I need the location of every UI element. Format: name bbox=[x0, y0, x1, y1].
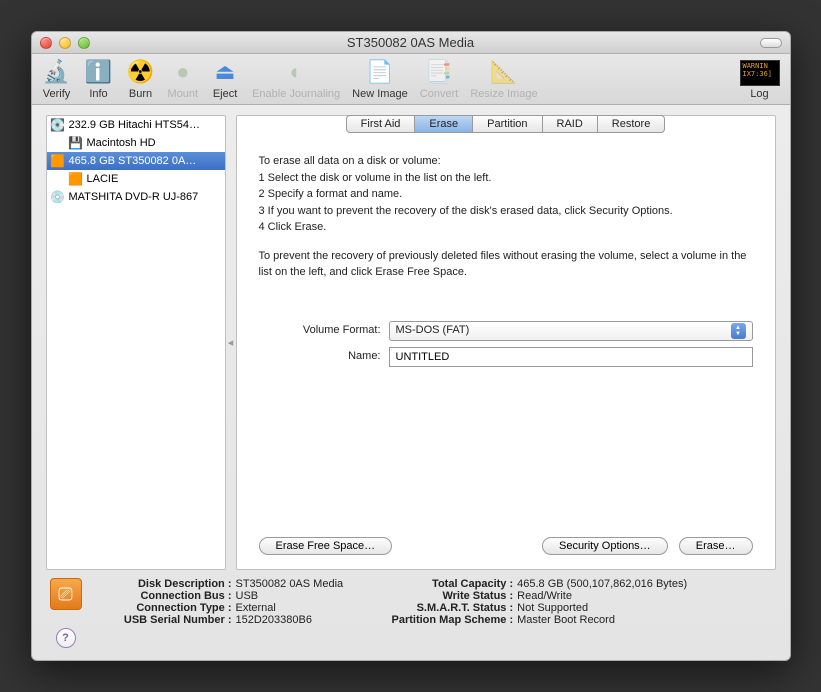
toolbar-pill-button[interactable] bbox=[760, 38, 782, 48]
volume-format-select[interactable]: MS-DOS (FAT) ▲▼ bbox=[389, 321, 753, 341]
external-disk-icon: 🟧 bbox=[51, 154, 65, 168]
sidebar-item-label: Macintosh HD bbox=[87, 137, 156, 149]
main-panel: First Aid Erase Partition RAID Restore T… bbox=[236, 115, 776, 570]
disk-sidebar[interactable]: 💽 232.9 GB Hitachi HTS54… 💾 Macintosh HD… bbox=[46, 115, 226, 570]
mount-label: Mount bbox=[168, 88, 199, 100]
dvd-icon: 💿 bbox=[51, 190, 65, 204]
disk-badge-icon: ⎚ bbox=[50, 578, 82, 610]
sidebar-item-label: LACIE bbox=[87, 173, 119, 185]
external-volume-icon: 🟧 bbox=[69, 172, 83, 186]
burn-label: Burn bbox=[129, 88, 152, 100]
new-image-icon: 📄 bbox=[366, 58, 394, 86]
titlebar: ST350082 0AS Media bbox=[32, 32, 790, 54]
eject-button[interactable]: ⏏ Eject bbox=[210, 58, 240, 100]
instr-intro: To erase all data on a disk or volume: bbox=[259, 153, 753, 170]
erase-free-space-button[interactable]: Erase Free Space… bbox=[259, 537, 393, 555]
toolbar: 🔬 Verify ℹ️ Info ☢️ Burn ● Mount ⏏ Eject… bbox=[32, 54, 790, 105]
info-button[interactable]: ℹ️ Info bbox=[84, 58, 114, 100]
convert-button: 📑 Convert bbox=[420, 58, 459, 100]
disk-description-value: ST350082 0AS Media bbox=[232, 578, 344, 590]
sidebar-item-st350082[interactable]: 🟧 465.8 GB ST350082 0A… bbox=[47, 152, 225, 170]
sidebar-item-label: MATSHITA DVD-R UJ-867 bbox=[69, 191, 199, 203]
instr-step4: 4 Click Erase. bbox=[259, 219, 753, 236]
erase-button[interactable]: Erase… bbox=[679, 537, 753, 555]
footer: ⎚ ? Disk Description :ST350082 0AS Media… bbox=[32, 570, 790, 660]
connection-type-key: Connection Type : bbox=[92, 602, 232, 614]
tab-first-aid[interactable]: First Aid bbox=[347, 116, 416, 132]
resize-icon: 📐 bbox=[490, 58, 518, 86]
sidebar-item-matshita[interactable]: 💿 MATSHITA DVD-R UJ-867 bbox=[47, 188, 225, 206]
smart-status-value: Not Supported bbox=[513, 602, 588, 614]
info-icon: ℹ️ bbox=[85, 58, 113, 86]
disk-utility-window: ST350082 0AS Media 🔬 Verify ℹ️ Info ☢️ B… bbox=[31, 31, 791, 661]
write-status-value: Read/Write bbox=[513, 590, 572, 602]
sidebar-item-label: 232.9 GB Hitachi HTS54… bbox=[69, 119, 200, 131]
verify-button[interactable]: 🔬 Verify bbox=[42, 58, 72, 100]
info-label: Info bbox=[89, 88, 107, 100]
resize-image-label: Resize Image bbox=[470, 88, 537, 100]
partition-scheme-value: Master Boot Record bbox=[513, 614, 615, 626]
mount-icon: ● bbox=[169, 58, 197, 86]
partition-scheme-key: Partition Map Scheme : bbox=[373, 614, 513, 626]
microscope-icon: 🔬 bbox=[43, 58, 71, 86]
instr-para2: To prevent the recovery of previously de… bbox=[259, 248, 753, 281]
enable-journaling-label: Enable Journaling bbox=[252, 88, 340, 100]
journal-icon: ◐ bbox=[282, 58, 310, 86]
hdd-icon: 💽 bbox=[51, 118, 65, 132]
instr-step2: 2 Specify a format and name. bbox=[259, 186, 753, 203]
new-image-button[interactable]: 📄 New Image bbox=[352, 58, 408, 100]
sidebar-item-hitachi[interactable]: 💽 232.9 GB Hitachi HTS54… bbox=[47, 116, 225, 134]
erase-content: To erase all data on a disk or volume: 1… bbox=[237, 133, 775, 529]
log-icon: WARNIN IX7:36] bbox=[740, 60, 780, 86]
connection-bus-key: Connection Bus : bbox=[92, 590, 232, 602]
smart-status-key: S.M.A.R.T. Status : bbox=[373, 602, 513, 614]
splitter-handle[interactable]: ◂ bbox=[226, 115, 236, 570]
tab-bar: First Aid Erase Partition RAID Restore bbox=[237, 115, 775, 133]
convert-label: Convert bbox=[420, 88, 459, 100]
sidebar-item-label: 465.8 GB ST350082 0A… bbox=[69, 155, 197, 167]
eject-label: Eject bbox=[213, 88, 237, 100]
write-status-key: Write Status : bbox=[373, 590, 513, 602]
eject-icon: ⏏ bbox=[211, 58, 239, 86]
new-image-label: New Image bbox=[352, 88, 408, 100]
sidebar-item-lacie[interactable]: 🟧 LACIE bbox=[47, 170, 225, 188]
volume-icon: 💾 bbox=[69, 136, 83, 150]
verify-label: Verify bbox=[43, 88, 71, 100]
resize-image-button: 📐 Resize Image bbox=[470, 58, 537, 100]
erase-form: Volume Format: MS-DOS (FAT) ▲▼ Name: bbox=[259, 321, 753, 373]
enable-journaling-button: ◐ Enable Journaling bbox=[252, 58, 340, 100]
burn-button[interactable]: ☢️ Burn bbox=[126, 58, 156, 100]
sidebar-item-macintosh-hd[interactable]: 💾 Macintosh HD bbox=[47, 134, 225, 152]
log-label: Log bbox=[750, 88, 768, 100]
security-options-button[interactable]: Security Options… bbox=[542, 537, 668, 555]
usb-serial-value: 152D203380B6 bbox=[232, 614, 312, 626]
connection-type-value: External bbox=[232, 602, 276, 614]
tab-raid[interactable]: RAID bbox=[543, 116, 598, 132]
button-row: Erase Free Space… Security Options… Eras… bbox=[237, 529, 775, 569]
total-capacity-key: Total Capacity : bbox=[373, 578, 513, 590]
window-title: ST350082 0AS Media bbox=[32, 35, 790, 50]
total-capacity-value: 465.8 GB (500,107,862,016 Bytes) bbox=[513, 578, 687, 590]
usb-serial-key: USB Serial Number : bbox=[92, 614, 232, 626]
tab-restore[interactable]: Restore bbox=[598, 116, 665, 132]
convert-icon: 📑 bbox=[425, 58, 453, 86]
tab-erase[interactable]: Erase bbox=[415, 116, 473, 132]
disk-description-key: Disk Description : bbox=[92, 578, 232, 590]
volume-format-label: Volume Format: bbox=[259, 322, 389, 339]
name-label: Name: bbox=[259, 348, 389, 365]
volume-format-value: MS-DOS (FAT) bbox=[396, 322, 470, 339]
tab-partition[interactable]: Partition bbox=[473, 116, 542, 132]
instr-step3: 3 If you want to prevent the recovery of… bbox=[259, 203, 753, 220]
instructions: To erase all data on a disk or volume: 1… bbox=[259, 153, 753, 291]
dropdown-arrows-icon: ▲▼ bbox=[731, 323, 746, 339]
log-button[interactable]: WARNIN IX7:36] Log bbox=[740, 60, 780, 100]
help-button[interactable]: ? bbox=[56, 628, 76, 648]
connection-bus-value: USB bbox=[232, 590, 259, 602]
instr-step1: 1 Select the disk or volume in the list … bbox=[259, 170, 753, 187]
radiation-icon: ☢️ bbox=[127, 58, 155, 86]
mount-button: ● Mount bbox=[168, 58, 199, 100]
name-input[interactable] bbox=[389, 347, 753, 367]
